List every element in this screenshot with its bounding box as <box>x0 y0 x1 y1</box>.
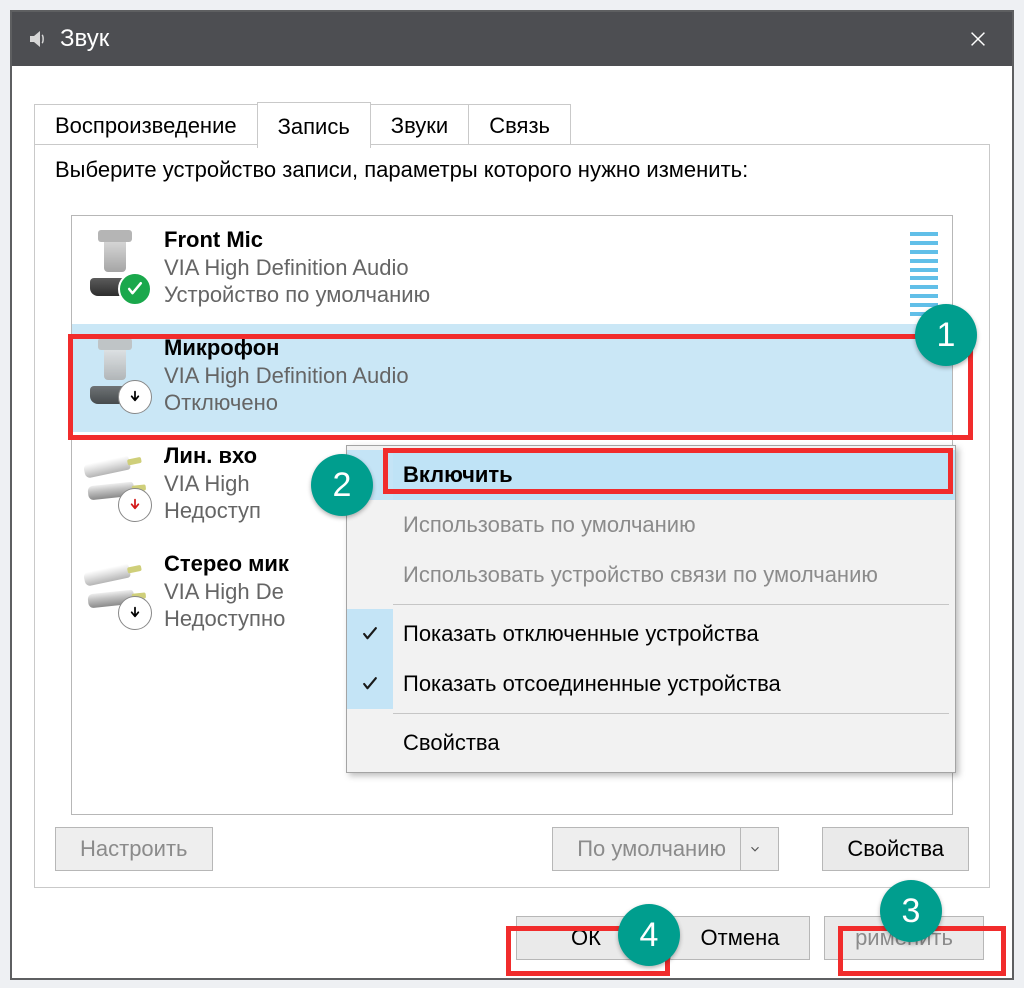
device-row-front-mic[interactable]: Front Mic VIA High Definition Audio Устр… <box>72 216 952 324</box>
line-in-icon <box>80 440 150 520</box>
menu-show-disconnected[interactable]: Показать отсоединенные устройства <box>347 659 955 709</box>
menu-properties[interactable]: Свойства <box>347 718 955 768</box>
device-name: Микрофон <box>164 334 942 362</box>
tab-communications[interactable]: Связь <box>468 104 571 144</box>
menu-enable[interactable]: Включить <box>347 450 955 500</box>
tab-playback[interactable]: Воспроизведение <box>34 104 258 144</box>
default-dropdown-button[interactable]: По умолчанию <box>552 827 779 871</box>
device-name: Front Mic <box>164 226 942 254</box>
menu-check-col <box>347 718 393 768</box>
step-badge-2: 2 <box>311 454 373 516</box>
step-2-label: 2 <box>333 466 352 505</box>
device-driver: VIA High Definition Audio <box>164 254 942 282</box>
titlebar: Звук <box>12 12 1012 66</box>
cancel-label: Отмена <box>701 925 780 951</box>
stereo-mix-icon <box>80 548 150 628</box>
configure-label: Настроить <box>80 836 188 862</box>
arrow-down-red-icon <box>118 488 152 522</box>
context-menu: Включить Использовать по умолчанию Испол… <box>346 445 956 773</box>
chevron-down-icon <box>740 828 768 870</box>
tab-recording[interactable]: Запись <box>257 102 371 148</box>
close-button[interactable] <box>946 12 1010 66</box>
menu-show-disabled[interactable]: Показать отключенные устройства <box>347 609 955 659</box>
check-icon <box>118 272 152 306</box>
device-row-microphone[interactable]: Микрофон VIA High Definition Audio Отклю… <box>72 324 952 432</box>
default-dropdown-label: По умолчанию <box>577 836 726 862</box>
ok-label: ОК <box>571 925 601 951</box>
arrow-down-icon <box>118 596 152 630</box>
step-badge-1: 1 <box>915 304 977 366</box>
check-icon <box>347 609 393 659</box>
step-1-label: 1 <box>937 316 956 355</box>
tab-sounds[interactable]: Звуки <box>370 104 469 144</box>
menu-show-disconnected-label: Показать отсоединенные устройства <box>403 671 781 697</box>
arrow-down-icon <box>118 380 152 414</box>
device-status: Устройство по умолчанию <box>164 281 942 309</box>
tab-recording-label: Запись <box>278 114 350 140</box>
microphone-icon <box>80 224 150 304</box>
tab-sounds-label: Звуки <box>391 113 448 139</box>
menu-separator <box>393 713 949 714</box>
menu-check-col <box>347 550 393 600</box>
level-meter <box>910 232 938 316</box>
sound-dialog: Звук Воспроизведение Запись Звуки Связь … <box>10 10 1014 980</box>
device-driver: VIA High Definition Audio <box>164 362 942 390</box>
microphone-icon <box>80 332 150 412</box>
properties-button[interactable]: Свойства <box>822 827 969 871</box>
menu-separator <box>393 604 949 605</box>
menu-set-default-label: Использовать по умолчанию <box>403 512 696 538</box>
menu-show-disabled-label: Показать отключенные устройства <box>403 621 759 647</box>
menu-set-default-comm-label: Использовать устройство связи по умолчан… <box>403 562 878 588</box>
properties-label: Свойства <box>847 836 944 862</box>
step-4-label: 4 <box>640 916 659 955</box>
device-text: Front Mic VIA High Definition Audio Устр… <box>164 224 942 309</box>
cancel-button[interactable]: Отмена <box>670 916 810 960</box>
device-status: Отключено <box>164 389 942 417</box>
check-icon <box>347 659 393 709</box>
configure-button[interactable]: Настроить <box>55 827 213 871</box>
window-title: Звук <box>60 25 109 53</box>
tab-strip: Воспроизведение Запись Звуки Связь <box>34 102 570 146</box>
step-3-label: 3 <box>902 892 921 931</box>
step-badge-4: 4 <box>618 904 680 966</box>
menu-set-default-comm: Использовать устройство связи по умолчан… <box>347 550 955 600</box>
tab-communications-label: Связь <box>489 113 550 139</box>
menu-enable-label: Включить <box>403 462 513 488</box>
menu-properties-label: Свойства <box>403 730 500 756</box>
menu-set-default: Использовать по умолчанию <box>347 500 955 550</box>
tab-playback-label: Воспроизведение <box>55 113 237 139</box>
step-badge-3: 3 <box>880 880 942 942</box>
speaker-icon <box>26 27 50 51</box>
device-text: Микрофон VIA High Definition Audio Отклю… <box>164 332 942 417</box>
instruction-text: Выберите устройство записи, параметры ко… <box>55 157 748 183</box>
dialog-footer: ОК Отмена рименить <box>12 898 1012 978</box>
